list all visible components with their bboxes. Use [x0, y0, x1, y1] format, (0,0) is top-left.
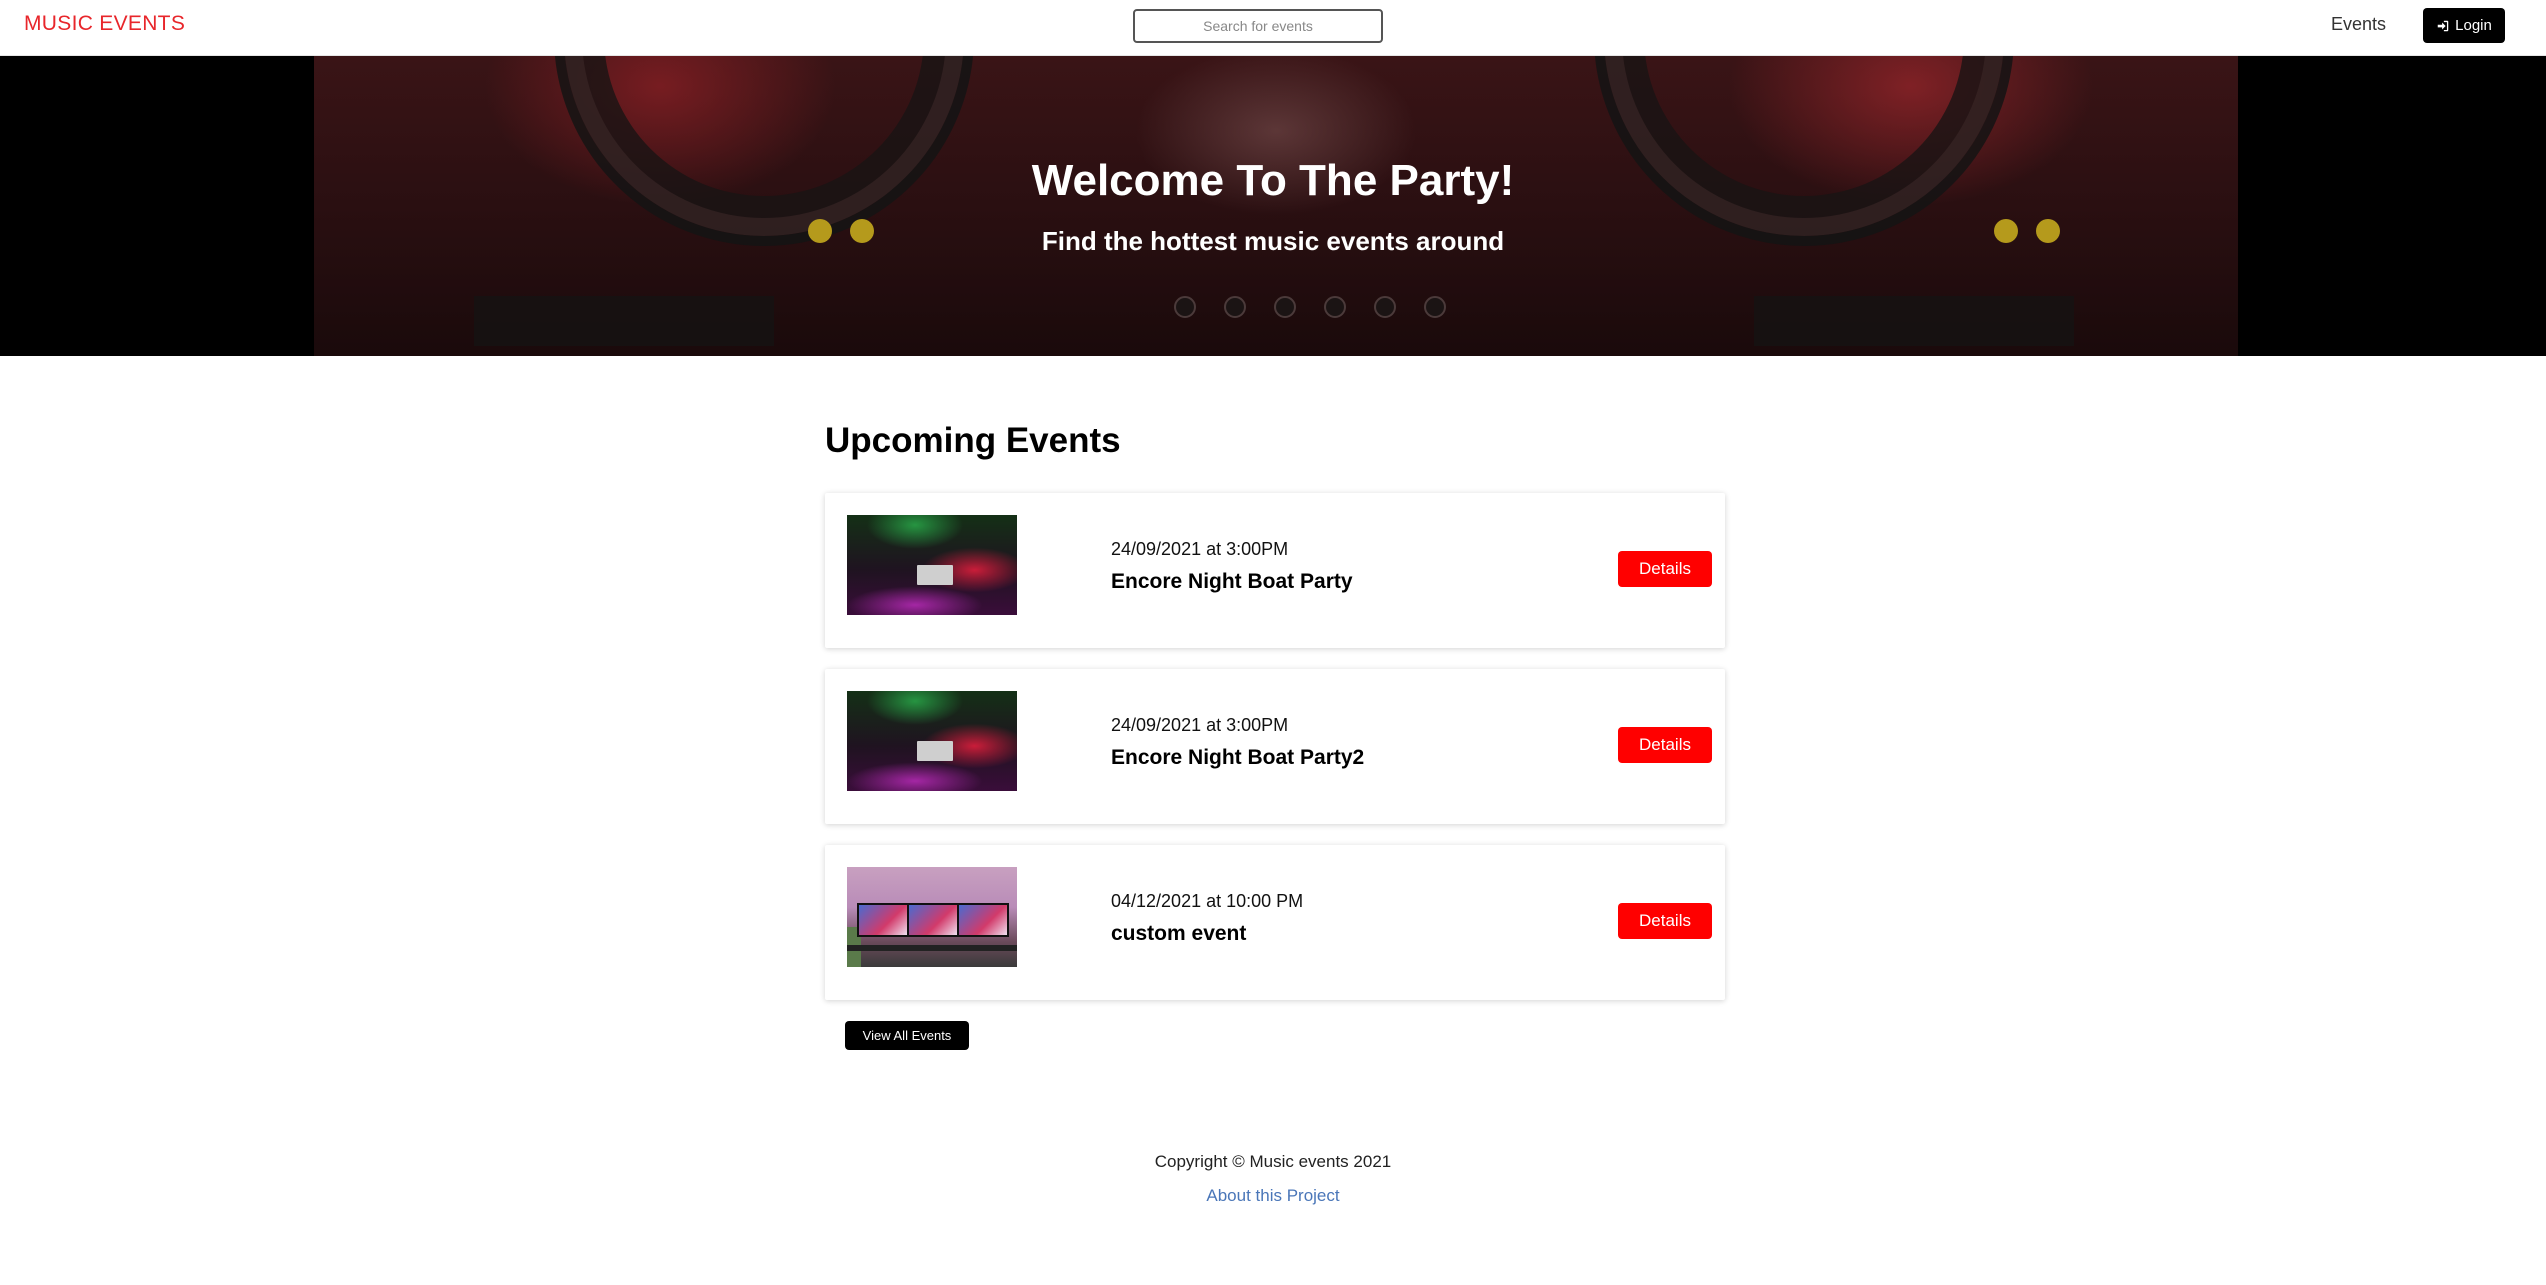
event-date: 04/12/2021 at 10:00 PM: [1111, 891, 1304, 911]
hero-title: Welcome To The Party!: [1031, 156, 1515, 205]
turntable-platter-left: [554, 56, 974, 246]
display-strip: [1754, 296, 2074, 346]
search-input[interactable]: [1133, 9, 1383, 43]
upcoming-events-heading: Upcoming Events: [825, 421, 1121, 460]
login-label: Login: [2455, 17, 2492, 34]
hero-banner: Welcome To The Party! Find the hottest m…: [0, 56, 2546, 356]
hero-subtitle: Find the hottest music events around: [1041, 226, 1505, 256]
details-button[interactable]: Details: [1618, 903, 1712, 939]
monitor-shape: [957, 903, 1009, 937]
event-thumbnail: [847, 867, 1017, 967]
about-project-link[interactable]: About this Project: [0, 1186, 2546, 1206]
sign-in-icon: [2437, 20, 2449, 31]
event-thumbnail: [847, 515, 1017, 615]
nav-events-link[interactable]: Events: [2331, 14, 2386, 35]
event-date: 24/09/2021 at 3:00PM: [1111, 715, 1289, 735]
hero-dj-controller-image: [314, 56, 2238, 356]
event-thumbnail: [847, 691, 1017, 791]
view-all-events-button[interactable]: View All Events: [845, 1021, 969, 1050]
mixer-knob: [1374, 296, 1396, 318]
mixer-knob: [1224, 296, 1246, 318]
event-card: 24/09/2021 at 3:00PM Encore Night Boat P…: [825, 669, 1725, 824]
monitor-shape: [857, 903, 909, 937]
copyright-text: Copyright © Music events 2021: [1154, 1152, 1392, 1171]
event-name: custom event: [1111, 922, 1247, 945]
monitor-shape: [907, 903, 959, 937]
mixer-knob: [1274, 296, 1296, 318]
mixer-knob: [1424, 296, 1446, 318]
details-button[interactable]: Details: [1618, 551, 1712, 587]
desk-shape: [847, 945, 1017, 951]
laptop-screen: [917, 565, 953, 585]
display-strip: [474, 296, 774, 346]
navbar: MUSIC EVENTS Events Login: [0, 0, 2546, 56]
event-name: Encore Night Boat Party: [1111, 570, 1353, 593]
turntable-platter-right: [1594, 56, 2014, 246]
event-name: Encore Night Boat Party2: [1111, 746, 1365, 769]
laptop-screen: [917, 741, 953, 761]
mixer-knob: [1174, 296, 1196, 318]
event-card: 04/12/2021 at 10:00 PM custom event Deta…: [825, 845, 1725, 1000]
mixer-knob: [1324, 296, 1346, 318]
event-date: 24/09/2021 at 3:00PM: [1111, 539, 1289, 559]
details-button[interactable]: Details: [1618, 727, 1712, 763]
login-button[interactable]: Login: [2423, 8, 2505, 43]
brand-logo-link[interactable]: MUSIC EVENTS: [24, 12, 185, 36]
event-card: 24/09/2021 at 3:00PM Encore Night Boat P…: [825, 493, 1725, 648]
